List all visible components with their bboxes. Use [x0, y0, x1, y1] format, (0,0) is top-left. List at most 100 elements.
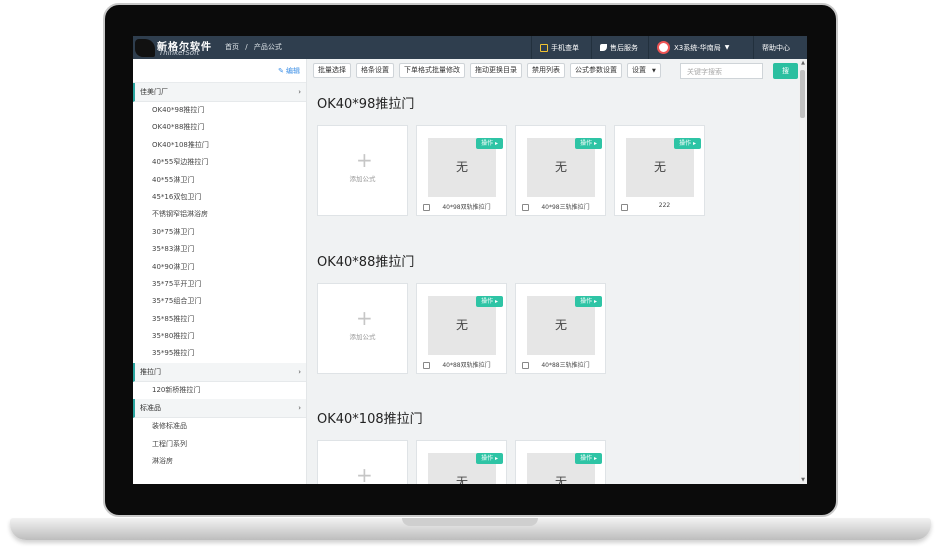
- operate-label: 操作: [580, 455, 593, 462]
- sidebar-item[interactable]: 35*85推拉门: [133, 311, 306, 328]
- operate-label: 操作: [481, 140, 494, 147]
- operate-button[interactable]: 操作 ▸: [674, 138, 701, 149]
- formula-name: 40*88双轨推拉门: [442, 362, 491, 369]
- sidebar-group-label: 推拉门: [140, 367, 161, 376]
- phone-icon: [600, 44, 607, 51]
- select-checkbox[interactable]: [522, 204, 529, 211]
- toolbar-button-label: 下单格式批量修改: [404, 66, 460, 74]
- sidebar-item[interactable]: 40*55窄边推拉门: [133, 154, 306, 171]
- sidebar-item[interactable]: 35*80推拉门: [133, 328, 306, 345]
- operate-button[interactable]: 操作 ▸: [575, 453, 602, 464]
- breadcrumb-home[interactable]: 首页: [225, 43, 239, 51]
- operate-button[interactable]: 操作 ▸: [575, 138, 602, 149]
- sidebar-item[interactable]: 35*83淋卫门: [133, 241, 306, 258]
- edit-button[interactable]: ✎ 编辑: [278, 66, 300, 76]
- caret-right-icon: ▸: [592, 298, 597, 305]
- scroll-up-icon[interactable]: ▲: [800, 60, 806, 66]
- scrollbar[interactable]: ▲ ▼: [799, 59, 807, 484]
- formula-card[interactable]: 无操作 ▸ 40*98三轨推拉门: [515, 125, 606, 216]
- search-button[interactable]: 搜: [773, 63, 798, 79]
- sidebar-group[interactable]: 推拉门 ›: [133, 362, 306, 382]
- breadcrumb-current: 产品公式: [253, 43, 282, 51]
- chevron-right-icon: ›: [298, 88, 301, 96]
- caret-right-icon: ▸: [493, 455, 498, 462]
- operate-button[interactable]: 操作 ▸: [575, 296, 602, 307]
- sidebar-item[interactable]: OK40*108推拉门: [133, 137, 306, 154]
- select-checkbox[interactable]: [423, 362, 430, 369]
- formula-card[interactable]: 无操作 ▸ 40*88三轨推拉门: [515, 283, 606, 374]
- formula-card[interactable]: 无操作 ▸ 222: [614, 125, 705, 216]
- sidebar-item[interactable]: 40*90淋卫门: [133, 259, 306, 276]
- add-formula-card[interactable]: +添加公式: [317, 440, 408, 484]
- sidebar-item[interactable]: 120新桥推拉门: [133, 382, 306, 399]
- breadcrumb: 首页 / 产品公式: [225, 42, 286, 52]
- sidebar-group[interactable]: 佳美门厂 ›: [133, 83, 306, 102]
- scroll-thumb[interactable]: [800, 70, 805, 118]
- mobile-order-link[interactable]: 手机查单: [531, 36, 587, 59]
- logo-icon: [135, 39, 155, 57]
- formula-section: OK40*98推拉门 + 添加公式无操作 ▸ 40*98双轨推拉门无操作 ▸ 40*98…: [317, 93, 787, 233]
- mobile-order-label: 手机查单: [551, 43, 579, 52]
- sidebar-item[interactable]: 装修标准品: [133, 418, 306, 435]
- sidebar-item[interactable]: 工程门系列: [133, 436, 306, 453]
- toolbar-button-label: 批量选择: [318, 66, 346, 74]
- sidebar-item[interactable]: OK40*98推拉门: [133, 102, 306, 119]
- after-sales-link[interactable]: 售后服务: [591, 36, 646, 59]
- caret-right-icon: ▸: [592, 140, 597, 147]
- scroll-down-icon[interactable]: ▼: [800, 477, 806, 483]
- sidebar-item[interactable]: OK40*88推拉门: [133, 119, 306, 136]
- select-checkbox[interactable]: [522, 362, 529, 369]
- toolbar-button[interactable]: 公式参数设置: [570, 63, 622, 78]
- sidebar-item[interactable]: 35*95推拉门: [133, 345, 306, 362]
- operate-label: 操作: [580, 298, 593, 305]
- toolbar-button[interactable]: 批量选择: [313, 63, 351, 78]
- formula-card[interactable]: 无操作 ▸ 40*98双轨推拉门: [416, 125, 507, 216]
- sidebar-item[interactable]: 30*75淋卫门: [133, 224, 306, 241]
- add-formula-label: 添加公式: [349, 333, 376, 341]
- select-checkbox[interactable]: [423, 204, 430, 211]
- formula-card[interactable]: 无操作 ▸ 40*88双轨推拉门: [416, 283, 507, 374]
- sidebar-header: ✎ 编辑: [133, 59, 306, 83]
- card-row: + 添加公式无操作 ▸ 40*98双轨推拉门无操作 ▸ 40*98三轨推拉门无操作 ▸…: [317, 125, 777, 217]
- user-menu[interactable]: X3系统-华南局 ▼: [648, 36, 737, 59]
- operate-button[interactable]: 操作 ▸: [476, 453, 503, 464]
- add-formula-card[interactable]: +添加公式: [317, 283, 408, 374]
- help-center-link[interactable]: 帮助中心: [753, 36, 798, 59]
- toolbar-button-label: 设置: [632, 66, 646, 74]
- chevron-down-icon: ▼: [724, 44, 730, 51]
- section-title: OK40*108推拉门: [317, 412, 423, 427]
- caret-right-icon: ▸: [493, 140, 498, 147]
- sidebar-item[interactable]: 40*55淋卫门: [133, 172, 306, 189]
- category-sidebar: ✎ 编辑 佳美门厂 › OK40*98推拉门 OK40*88推拉门 OK40*108推拉门…: [133, 59, 307, 484]
- sidebar-group-label: 标准品: [140, 404, 161, 413]
- chevron-right-icon: ›: [298, 367, 301, 376]
- sidebar-item[interactable]: 不锈钢窄铝淋浴房: [133, 206, 306, 223]
- search-input[interactable]: 关键字搜索: [680, 63, 763, 79]
- select-checkbox[interactable]: [621, 204, 628, 211]
- toolbar-button-label: 格条设置: [361, 66, 389, 74]
- sidebar-group[interactable]: 标准品 ›: [133, 399, 306, 419]
- toolbar-button[interactable]: 禁用列表: [527, 63, 565, 78]
- toolbar-button[interactable]: 格条设置: [356, 63, 394, 78]
- sidebar-item[interactable]: 35*75平开卫门: [133, 276, 306, 293]
- sidebar-item[interactable]: 淋浴房: [133, 453, 306, 470]
- operate-button[interactable]: 操作 ▸: [476, 138, 503, 149]
- breadcrumb-separator: /: [245, 43, 248, 51]
- sidebar-item[interactable]: 35*75组合卫门: [133, 293, 306, 310]
- toolbar-button[interactable]: 下单格式批量修改: [399, 63, 465, 78]
- operate-button[interactable]: 操作 ▸: [476, 296, 503, 307]
- formula-section: OK40*88推拉门 + 添加公式无操作 ▸ 40*88双轨推拉门无操作 ▸ 40*88…: [317, 251, 787, 391]
- caret-right-icon: ▸: [592, 455, 597, 462]
- brand-logo[interactable]: 新格尔软件 ThinkerSoft: [135, 37, 217, 58]
- add-formula-card[interactable]: +添加公式: [317, 125, 408, 216]
- toolbar-button-label: 禁用列表: [532, 66, 560, 74]
- card-row: + 添加公式无操作 ▸ 40*88双轨推拉门无操作 ▸ 40*88三轨推拉门: [317, 283, 777, 375]
- toolbar-button[interactable]: 拖动更换目录: [470, 63, 522, 78]
- after-sales-label: 售后服务: [610, 43, 638, 52]
- sidebar-item[interactable]: 45*16双包卫门: [133, 189, 306, 206]
- formula-card[interactable]: 无操作 ▸: [515, 440, 606, 484]
- toolbar-button[interactable]: 设置 ▼: [627, 63, 661, 78]
- operate-label: 操作: [679, 140, 692, 147]
- formula-name: 40*98三轨推拉门: [541, 204, 590, 211]
- formula-card[interactable]: 无操作 ▸: [416, 440, 507, 484]
